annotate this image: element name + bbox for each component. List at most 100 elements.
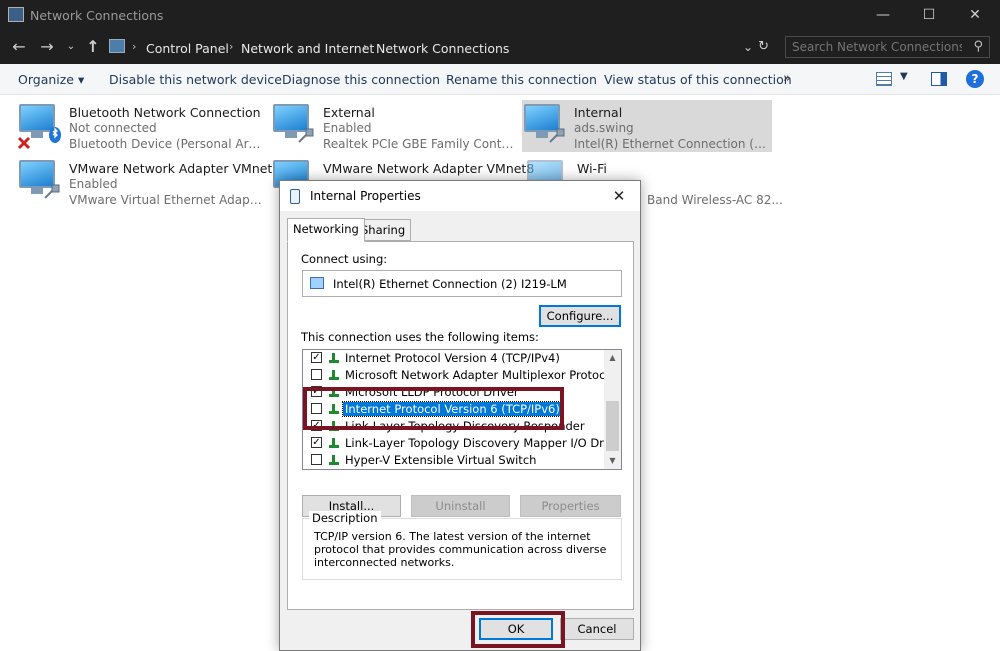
connection-status: Not connected	[69, 121, 157, 135]
dialog-titlebar: Internal Properties ✕	[280, 181, 640, 211]
rename-connection-button[interactable]: Rename this connection	[446, 72, 597, 87]
checkbox[interactable]: ✓	[311, 437, 322, 448]
ipv6-highlight-box	[303, 387, 564, 430]
command-bar: Organize ▾ Disable this network device D…	[0, 64, 1000, 95]
breadcrumb-separator-icon[interactable]: ›	[363, 40, 367, 53]
list-item-label: Microsoft Network Adapter Multiplexor Pr…	[345, 368, 616, 382]
adapter-name: Intel(R) Ethernet Connection (2) I219-LM	[333, 277, 567, 291]
ethernet-cable-icon	[298, 128, 314, 143]
breadcrumb-network-and-internet[interactable]: Network and Internet	[241, 41, 374, 56]
connection-item-bluetooth[interactable]: Bluetooth Network Connection Not connect…	[17, 100, 267, 152]
list-item[interactable]: Hyper-V Extensible Virtual Switch	[303, 451, 603, 468]
connection-item-vmnet1[interactable]: VMware Network Adapter VMnet1 Enabled VM…	[17, 156, 280, 208]
list-item-label: Link-Layer Topology Discovery Mapper I/O…	[345, 436, 622, 450]
ethernet-cable-icon	[549, 128, 565, 143]
more-commands-chevron-icon[interactable]: »	[783, 71, 791, 86]
connection-item-external[interactable]: External Enabled Realtek PCIe GBE Family…	[271, 100, 521, 152]
minimize-button[interactable]: —	[860, 2, 906, 28]
connection-device: Intel(R) Ethernet Connection (2) I...	[574, 137, 769, 151]
list-item-label: Internet Protocol Version 4 (TCP/IPv4)	[345, 351, 560, 365]
connection-device: Bluetooth Device (Personal Area ...	[69, 137, 264, 151]
window-title: Network Connections	[30, 8, 164, 23]
network-protocol-icon	[329, 370, 339, 380]
breadcrumb[interactable]: › Control Panel › Network and Internet ›…	[104, 35, 774, 59]
breadcrumb-network-connections[interactable]: Network Connections	[376, 41, 509, 56]
network-protocol-icon	[329, 455, 339, 465]
search-input[interactable]	[792, 39, 962, 55]
connection-status: Enabled	[323, 121, 372, 135]
search-icon[interactable]: ⚲	[973, 39, 983, 54]
description-label: Description	[309, 511, 381, 525]
connection-name: Bluetooth Network Connection	[69, 105, 261, 120]
close-window-button[interactable]: ✕	[952, 2, 998, 28]
dialog-title: Internal Properties	[310, 189, 421, 203]
breadcrumb-control-panel[interactable]: Control Panel	[146, 41, 229, 56]
breadcrumb-separator-icon[interactable]: ›	[229, 40, 233, 53]
scroll-thumb[interactable]	[606, 401, 619, 451]
tab-networking[interactable]: Networking	[287, 218, 365, 242]
change-view-icon[interactable]	[876, 72, 892, 86]
connection-status: ads.swing	[574, 121, 634, 135]
connection-status: Enabled	[69, 177, 118, 191]
connection-device: VMware Virtual Ethernet Adapter ...	[69, 193, 264, 207]
list-item[interactable]: ✓ Link-Layer Topology Discovery Mapper I…	[303, 434, 621, 451]
connection-device: Realtek PCIe GBE Family Controller	[323, 137, 518, 151]
ethernet-cable-icon	[44, 184, 60, 199]
connection-name: Wi-Fi	[577, 161, 607, 176]
forward-arrow-icon[interactable]: →	[36, 37, 58, 56]
list-scrollbar[interactable]: ▲ ▼	[604, 350, 621, 469]
help-icon[interactable]: ?	[966, 70, 984, 88]
uninstall-button[interactable]: Uninstall	[411, 495, 510, 517]
scroll-down-icon[interactable]: ▼	[604, 453, 621, 469]
checkbox[interactable]: ✓	[311, 352, 322, 363]
network-protocol-icon	[329, 438, 339, 448]
network-adapter-icon	[273, 104, 317, 146]
connection-name: External	[323, 105, 375, 120]
view-options-dropdown-icon[interactable]: ▼	[900, 71, 908, 82]
back-arrow-icon[interactable]: ←	[8, 37, 30, 56]
search-box[interactable]: ⚲	[785, 36, 990, 58]
network-adapter-icon	[310, 277, 324, 289]
connection-item-internal[interactable]: Internal ads.swing Intel(R) Ethernet Con…	[522, 100, 772, 152]
disconnected-x-icon	[17, 136, 31, 150]
organize-menu[interactable]: Organize ▾	[18, 72, 84, 87]
properties-button[interactable]: Properties	[520, 495, 621, 517]
preview-pane-icon[interactable]	[931, 72, 947, 86]
network-adapter-icon	[17, 104, 63, 150]
list-item[interactable]: Microsoft Network Adapter Multiplexor Pr…	[303, 366, 616, 383]
checkbox[interactable]	[311, 454, 322, 465]
network-adapter-icon	[524, 104, 568, 146]
window-titlebar: Network Connections — ☐ ✕	[0, 0, 1000, 31]
configure-button[interactable]: Configure...	[539, 305, 621, 327]
bluetooth-icon	[49, 127, 61, 143]
cancel-button[interactable]: Cancel	[560, 618, 634, 640]
recent-locations-chevron-icon[interactable]: ⌄	[60, 41, 82, 52]
control-panel-folder-icon	[109, 39, 125, 53]
ok-highlight-box	[471, 611, 565, 648]
description-text: TCP/IP version 6. The latest version of …	[314, 530, 607, 569]
network-adapter-icon	[19, 160, 63, 202]
address-dropdown-chevron-icon[interactable]: ⌄	[743, 40, 753, 54]
view-status-button[interactable]: View status of this connection	[604, 72, 792, 87]
connection-device: Band Wireless-AC 82...	[647, 193, 783, 207]
list-item-label: Hyper-V Extensible Virtual Switch	[345, 453, 537, 467]
dialog-close-button[interactable]: ✕	[604, 184, 634, 208]
address-bar: ← → ⌄ ↑ › Control Panel › Network and In…	[0, 31, 1000, 64]
items-label: This connection uses the following items…	[301, 330, 539, 344]
connection-name: VMware Network Adapter VMnet8	[323, 161, 535, 176]
scroll-up-icon[interactable]: ▲	[604, 350, 621, 366]
refresh-icon[interactable]: ↻	[758, 39, 769, 54]
network-connections-icon	[8, 7, 24, 22]
checkbox[interactable]	[311, 369, 322, 380]
connection-properties-icon	[290, 189, 300, 204]
connection-name: Internal	[574, 105, 623, 120]
maximize-button[interactable]: ☐	[906, 2, 952, 28]
network-protocol-icon	[329, 353, 339, 363]
breadcrumb-separator-icon[interactable]: ›	[132, 40, 136, 53]
diagnose-connection-button[interactable]: Diagnose this connection	[282, 72, 440, 87]
disable-device-button[interactable]: Disable this network device	[109, 72, 282, 87]
adapter-field: Intel(R) Ethernet Connection (2) I219-LM	[302, 270, 622, 297]
up-arrow-icon[interactable]: ↑	[82, 37, 104, 56]
list-item[interactable]: ✓ Internet Protocol Version 4 (TCP/IPv4)	[303, 350, 603, 366]
connection-name: VMware Network Adapter VMnet1	[69, 161, 281, 176]
